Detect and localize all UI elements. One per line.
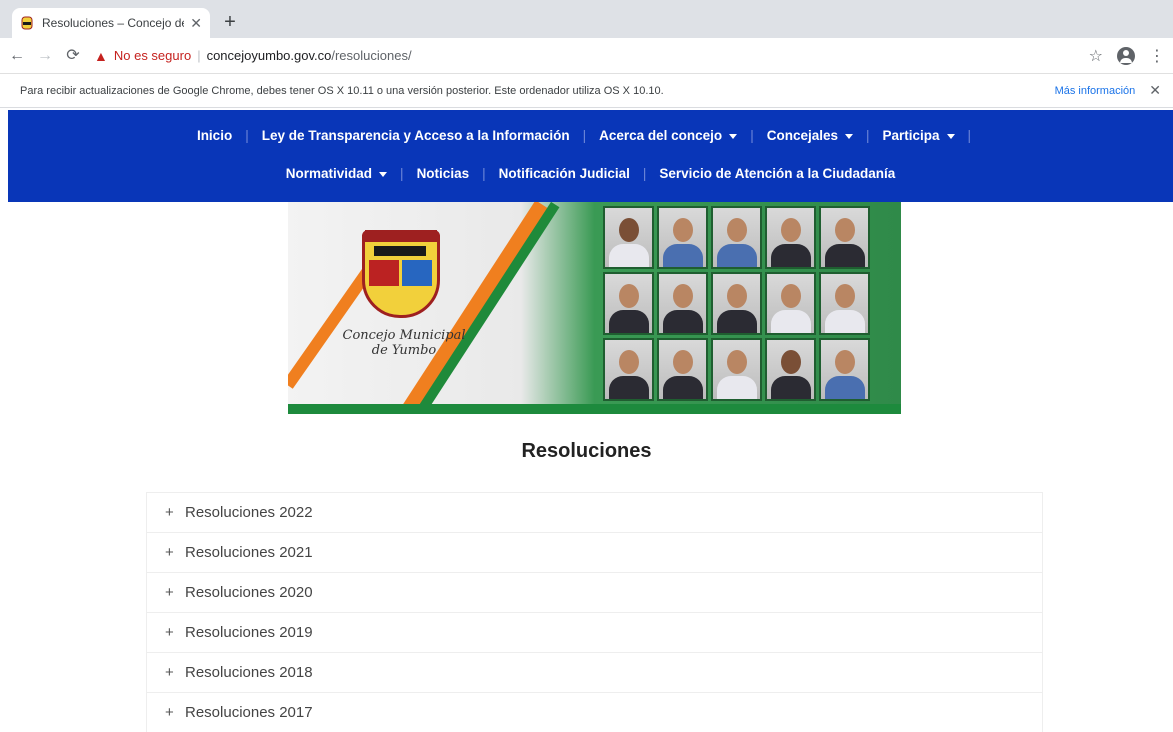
- accordion-label: Resoluciones 2018: [185, 664, 313, 681]
- accordion-label: Resoluciones 2021: [185, 544, 313, 561]
- banner-caption-line1: Concejo Municipal: [342, 328, 466, 343]
- infobar-more-link[interactable]: Más información: [1055, 85, 1136, 97]
- seal-quarter: [402, 260, 432, 286]
- councilor-photo: [711, 272, 762, 335]
- banner-caption-line2: de Yumbo: [371, 343, 437, 358]
- councilor-photo: [603, 206, 654, 269]
- nav-item-label: Acerca del concejo: [599, 128, 723, 143]
- accordion-label: Resoluciones 2020: [185, 584, 313, 601]
- page-title: Resoluciones: [521, 440, 652, 462]
- seal-factory: [374, 246, 426, 256]
- browser-tabstrip: Resoluciones – Concejo de Yu ✕ +: [0, 0, 1173, 38]
- plus-icon: +: [165, 624, 174, 641]
- address-bar[interactable]: ▲ No es seguro | concejoyumbo.gov.co /re…: [94, 42, 1089, 70]
- caret-down-icon: [379, 171, 388, 177]
- accordion-label: Resoluciones 2019: [185, 624, 313, 641]
- nav-item-noticias[interactable]: Noticias: [417, 166, 470, 181]
- councilor-photo: [657, 272, 708, 335]
- councilors-photo-grid: [603, 206, 870, 401]
- nav-divider: |: [967, 128, 972, 143]
- site-navigation: Inicio | Ley de Transparencia y Acceso a…: [8, 110, 1173, 202]
- tab-close-icon[interactable]: ✕: [190, 15, 202, 32]
- councilor-photo: [765, 338, 816, 401]
- caret-down-icon: [946, 133, 955, 139]
- star-icon[interactable]: ☆: [1089, 46, 1103, 66]
- toolbar-actions: ☆ ⋮: [1089, 46, 1165, 66]
- banner-caption: Concejo Municipal de Yumbo: [334, 328, 474, 358]
- plus-icon: +: [165, 504, 174, 521]
- nav-item-label: Normatividad: [285, 166, 373, 181]
- browser-toolbar: ← → ⟳ ▲ No es seguro | concejoyumbo.gov.…: [0, 38, 1173, 74]
- nav-divider: |: [642, 166, 647, 181]
- nav-row-1: Inicio | Ley de Transparencia y Acceso a…: [8, 128, 1173, 143]
- councilor-photo: [711, 338, 762, 401]
- browser-tab[interactable]: Resoluciones – Concejo de Yu ✕: [12, 8, 210, 38]
- infobar-message: Para recibir actualizaciones de Google C…: [20, 84, 664, 97]
- nav-item-concejales[interactable]: Concejales: [767, 128, 853, 143]
- nav-item-atencion[interactable]: Servicio de Atención a la Ciudadanía: [659, 166, 895, 181]
- new-tab-icon[interactable]: +: [218, 11, 242, 35]
- councilor-photo: [819, 338, 870, 401]
- nav-item-notificacion[interactable]: Notificación Judicial: [499, 166, 630, 181]
- accordion-item-2017[interactable]: + Resoluciones 2017: [146, 692, 1043, 732]
- nav-divider: |: [750, 128, 754, 143]
- reload-icon[interactable]: ⟳: [62, 45, 84, 67]
- close-icon[interactable]: ✕: [1149, 82, 1161, 99]
- security-status[interactable]: No es seguro: [114, 48, 191, 63]
- site-favicon-icon: [20, 16, 34, 30]
- nav-item-inicio[interactable]: Inicio: [197, 128, 232, 143]
- plus-icon: +: [165, 544, 174, 561]
- accordion-item-2018[interactable]: + Resoluciones 2018: [146, 652, 1043, 692]
- nav-item-participa[interactable]: Participa: [883, 128, 955, 143]
- nav-divider: |: [245, 128, 249, 143]
- councilor-photo: [765, 272, 816, 335]
- forward-arrow-icon[interactable]: →: [34, 45, 56, 67]
- councilor-photo: [819, 206, 870, 269]
- councilor-photo: [711, 206, 762, 269]
- caret-down-icon: [845, 133, 853, 139]
- nav-divider: |: [582, 128, 587, 143]
- councilor-photo: [603, 272, 654, 335]
- plus-icon: +: [165, 584, 174, 601]
- banner-bottom-bar: [288, 404, 901, 414]
- back-arrow-icon[interactable]: ←: [6, 45, 28, 67]
- resoluciones-accordion: + Resoluciones 2022 + Resoluciones 2021 + R…: [146, 492, 1043, 732]
- nav-divider: |: [482, 166, 486, 181]
- caret-down-icon: [729, 133, 738, 139]
- nav-item-label: Participa: [882, 128, 940, 143]
- update-infobar: Para recibir actualizaciones de Google C…: [0, 74, 1173, 108]
- seal-ribbon: [365, 230, 437, 242]
- accordion-item-2020[interactable]: + Resoluciones 2020: [146, 572, 1043, 612]
- nav-item-normatividad[interactable]: Normatividad: [285, 166, 388, 181]
- accordion-label: Resoluciones 2022: [185, 504, 313, 521]
- profile-icon[interactable]: [1117, 46, 1135, 65]
- seal-quarter: [369, 260, 399, 286]
- tab-title: Resoluciones – Concejo de Yu: [42, 16, 184, 30]
- url-host: concejoyumbo.gov.co: [206, 48, 332, 63]
- plus-icon: +: [165, 664, 174, 681]
- nav-row-2: Normatividad | Noticias | Notificación J…: [8, 166, 1173, 181]
- accordion-item-2021[interactable]: + Resoluciones 2021: [146, 532, 1043, 572]
- omnibox-separator: |: [197, 48, 201, 63]
- warning-triangle-icon[interactable]: ▲: [94, 48, 108, 64]
- menu-dots-icon[interactable]: ⋮: [1149, 46, 1165, 66]
- url-path: /resoluciones/: [331, 48, 412, 63]
- nav-divider: |: [866, 128, 870, 143]
- nav-item-acerca[interactable]: Acerca del concejo: [599, 128, 738, 143]
- councilor-photo: [657, 206, 708, 269]
- councilor-photo: [819, 272, 870, 335]
- accordion-item-2022[interactable]: + Resoluciones 2022: [146, 492, 1043, 532]
- plus-icon: +: [165, 704, 174, 721]
- nav-item-label: Concejales: [766, 128, 838, 143]
- nav-divider: |: [400, 166, 404, 181]
- councilor-photo: [657, 338, 708, 401]
- accordion-label: Resoluciones 2017: [185, 704, 313, 721]
- accordion-item-2019[interactable]: + Resoluciones 2019: [146, 612, 1043, 652]
- councilor-photo: [765, 206, 816, 269]
- header-banner: Concejo Municipal de Yumbo: [288, 202, 901, 414]
- nav-item-transparencia[interactable]: Ley de Transparencia y Acceso a la Infor…: [262, 128, 570, 143]
- councilor-photo: [603, 338, 654, 401]
